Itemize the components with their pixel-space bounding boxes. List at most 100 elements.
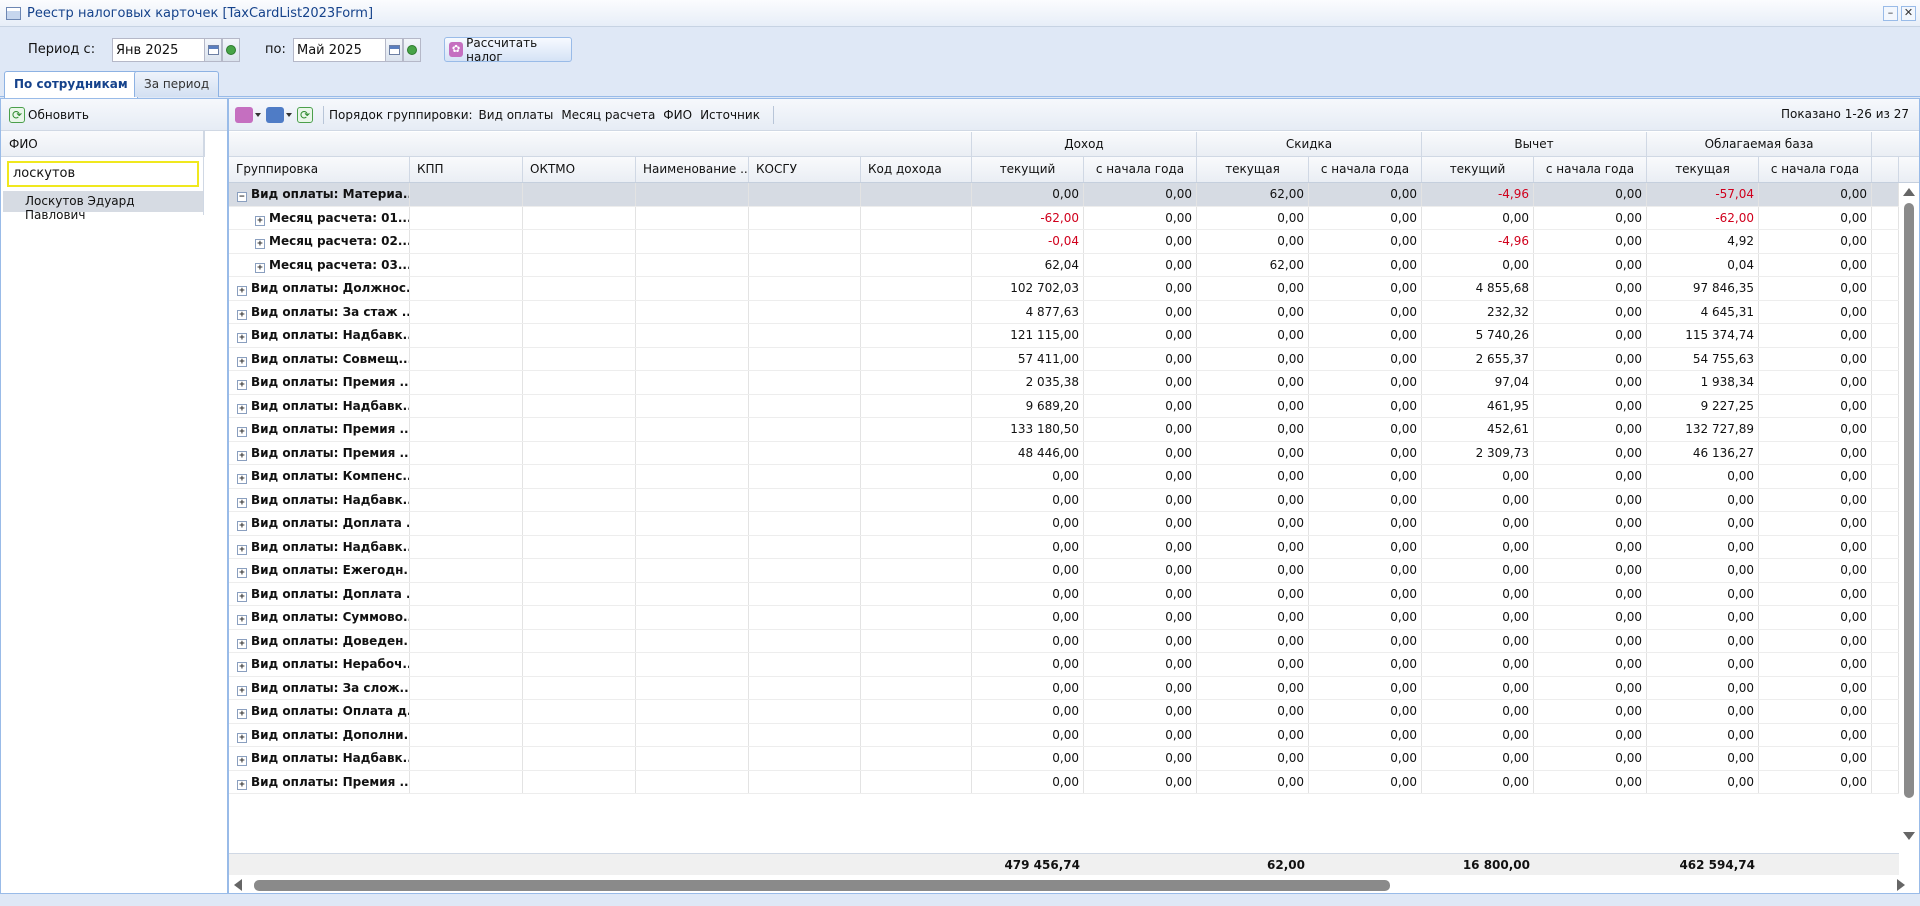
table-row[interactable]: + Вид оплаты: Доплата ... 0,00 0,00 0,00 0,00…	[229, 512, 1899, 536]
expand-icon[interactable]: +	[237, 638, 247, 649]
group-cell[interactable]: + Вид оплаты: Доведен...	[229, 629, 410, 652]
table-row[interactable]: + Месяц расчета: 02.... -0,04 0,00 0,00 0,00-…	[229, 230, 1899, 254]
grouping-item-source[interactable]: Источник	[700, 108, 760, 122]
group-cell[interactable]: + Вид оплаты: Доплата ...	[229, 512, 410, 535]
column-header-discount-ytd[interactable]: с начала года	[1309, 157, 1422, 182]
period-to-calendar-icon[interactable]	[385, 38, 403, 62]
expand-icon[interactable]: +	[237, 685, 247, 696]
expand-icon[interactable]: +	[237, 732, 247, 743]
tab-by-period[interactable]: За период	[134, 71, 220, 97]
table-row[interactable]: + Вид оплаты: Надбавк... 9 689,20 0,00 0,00 0…	[229, 394, 1899, 418]
fio-column-header[interactable]: ФИО	[1, 131, 205, 157]
table-row[interactable]: + Вид оплаты: Надбавк... 0,00 0,00 0,00 0,00 0…	[229, 535, 1899, 559]
horizontal-scroll-thumb[interactable]	[254, 880, 1390, 891]
table-row[interactable]: + Вид оплаты: Ежегодн... 0,00 0,00 0,00 0,00 0…	[229, 559, 1899, 583]
expand-icon[interactable]: +	[237, 521, 247, 531]
table-row[interactable]: + Вид оплаты: Дополни... 0,00 0,00 0,00 0,00 0…	[229, 723, 1899, 747]
tab-by-employees[interactable]: По сотрудникам	[4, 71, 138, 98]
group-cell[interactable]: + Месяц расчета: 01....	[229, 206, 410, 229]
group-cell[interactable]: + Вид оплаты: Доплата ...	[229, 582, 410, 605]
expand-icon[interactable]: +	[237, 356, 247, 367]
period-from-clear-icon[interactable]	[222, 38, 240, 62]
horizontal-scrollbar[interactable]	[229, 875, 1919, 893]
expand-icon[interactable]: +	[237, 756, 247, 766]
grouping-item-fio[interactable]: ФИО	[663, 108, 692, 122]
table-row[interactable]: + Вид оплаты: Доплата ... 0,00 0,00 0,00 0,00…	[229, 582, 1899, 606]
expand-icon[interactable]: +	[237, 450, 247, 461]
period-from-input[interactable]: Янв 2025	[112, 38, 205, 62]
refresh-button[interactable]: Обновить	[28, 108, 89, 122]
close-icon[interactable]: ✕	[1901, 6, 1916, 21]
group-cell[interactable]: + Месяц расчета: 02....	[229, 230, 410, 253]
group-cell[interactable]: + Вид оплаты: Премия ...	[229, 418, 410, 441]
column-header-base-ytd[interactable]: с начала года	[1759, 157, 1872, 182]
table-row[interactable]: + Вид оплаты: За стаж ... 4 877,63 0,00 0,00…	[229, 300, 1899, 324]
group-cell[interactable]: + Вид оплаты: Премия ...	[229, 770, 410, 793]
table-row[interactable]: − Вид оплаты: Материа... 0,00 0,00 62,00 0,00…	[229, 183, 1899, 207]
table-row[interactable]: + Вид оплаты: Премия ... 2 035,38 0,00 0,00 0…	[229, 371, 1899, 395]
column-header-base-current[interactable]: текущая	[1647, 157, 1759, 182]
table-row[interactable]: + Вид оплаты: Совмещ... 57 411,00 0,00 0,00 0…	[229, 347, 1899, 371]
group-cell[interactable]: + Вид оплаты: Оплата д...	[229, 700, 410, 723]
table-row[interactable]: + Вид оплаты: Надбавк... 121 115,00 0,00 0,0…	[229, 324, 1899, 348]
scroll-left-icon[interactable]	[234, 879, 242, 891]
vertical-scroll-thumb[interactable]	[1904, 203, 1914, 798]
add-menu-button[interactable]	[235, 105, 261, 125]
table-row[interactable]: + Вид оплаты: Суммово... 0,00 0,00 0,00 0,00 0…	[229, 606, 1899, 630]
column-header-grouping[interactable]: Группировка	[229, 157, 410, 182]
group-cell[interactable]: + Вид оплаты: Должнос...	[229, 277, 410, 300]
table-row[interactable]: + Вид оплаты: Премия ... 0,00 0,00 0,00 0,00 0…	[229, 770, 1899, 794]
column-header-income-ytd[interactable]: с начала года	[1084, 157, 1197, 182]
column-header-income-code[interactable]: Код дохода	[861, 157, 972, 182]
table-row[interactable]: + Вид оплаты: Премия ... 48 446,00 0,00 0,00…	[229, 441, 1899, 465]
column-header-kosgu[interactable]: КОСГУ	[749, 157, 861, 182]
group-cell[interactable]: + Вид оплаты: Надбавк...	[229, 535, 410, 558]
expand-icon[interactable]: +	[237, 568, 247, 578]
grouping-item-calc-month[interactable]: Месяц расчета	[561, 108, 655, 122]
column-header-discount-current[interactable]: текущая	[1197, 157, 1309, 182]
refresh-icon[interactable]: ⟳	[9, 106, 25, 123]
group-cell[interactable]: + Вид оплаты: За стаж ...	[229, 300, 410, 323]
period-to-clear-icon[interactable]	[403, 38, 421, 62]
table-row[interactable]: + Вид оплаты: Должнос... 102 702,03 0,00 0,0…	[229, 277, 1899, 301]
expand-icon[interactable]: +	[237, 662, 247, 672]
scroll-up-icon[interactable]	[1903, 188, 1915, 196]
vertical-scrollbar[interactable]	[1899, 183, 1919, 883]
expand-icon[interactable]: +	[237, 286, 247, 296]
expand-icon[interactable]: +	[237, 591, 247, 602]
print-menu-button[interactable]	[266, 105, 292, 125]
table-row[interactable]: + Вид оплаты: За слож... 0,00 0,00 0,00 0,00 0…	[229, 676, 1899, 700]
group-cell[interactable]: + Вид оплаты: Надбавк...	[229, 747, 410, 770]
scroll-right-icon[interactable]	[1897, 879, 1905, 891]
column-header-oktmo[interactable]: ОКТМО	[523, 157, 636, 182]
expand-icon[interactable]: +	[237, 380, 247, 390]
group-cell[interactable]: + Вид оплаты: Надбавк...	[229, 394, 410, 417]
expand-icon[interactable]: +	[237, 427, 247, 437]
table-row[interactable]: + Месяц расчета: 03.... 62,04 0,00 62,00 0,00…	[229, 253, 1899, 277]
table-row[interactable]: + Вид оплаты: Компенс... 0,00 0,00 0,00 0,00 0…	[229, 465, 1899, 489]
calculate-tax-button[interactable]: ✿ Рассчитать налог	[444, 36, 572, 64]
grouping-item-payment-type[interactable]: Вид оплаты	[479, 108, 554, 122]
grid-refresh-button[interactable]: ⟳	[297, 105, 313, 125]
expand-icon[interactable]: +	[237, 403, 247, 414]
scroll-down-icon[interactable]	[1903, 832, 1915, 840]
expand-icon[interactable]: +	[237, 309, 247, 320]
table-row[interactable]: + Вид оплаты: Премия ... 133 180,50 0,00 0,0…	[229, 418, 1899, 442]
employee-list-item[interactable]: Лоскутов Эдуард Павлович	[3, 191, 203, 222]
period-to-input[interactable]: Май 2025	[293, 38, 386, 62]
expand-icon[interactable]: +	[237, 779, 247, 790]
group-cell[interactable]: + Вид оплаты: За слож...	[229, 676, 410, 699]
group-cell[interactable]: + Вид оплаты: Надбавк...	[229, 488, 410, 511]
column-header-name[interactable]: Наименование ...	[636, 157, 749, 182]
table-row[interactable]: + Вид оплаты: Надбавк... 0,00 0,00 0,00 0,00 0…	[229, 747, 1899, 771]
column-header-deduction-ytd[interactable]: с начала года	[1534, 157, 1647, 182]
group-cell[interactable]: + Вид оплаты: Нерабоч...	[229, 653, 410, 676]
expand-icon[interactable]: +	[255, 239, 265, 249]
table-row[interactable]: + Вид оплаты: Нерабоч... 0,00 0,00 0,00 0,00 0…	[229, 653, 1899, 677]
group-cell[interactable]: + Месяц расчета: 03....	[229, 253, 410, 276]
expand-icon[interactable]: +	[255, 215, 265, 226]
group-cell[interactable]: + Вид оплаты: Компенс...	[229, 465, 410, 488]
group-cell[interactable]: + Вид оплаты: Ежегодн...	[229, 559, 410, 582]
group-cell[interactable]: + Вид оплаты: Премия ...	[229, 371, 410, 394]
table-row[interactable]: + Вид оплаты: Доведен... 0,00 0,00 0,00 0,00 0…	[229, 629, 1899, 653]
